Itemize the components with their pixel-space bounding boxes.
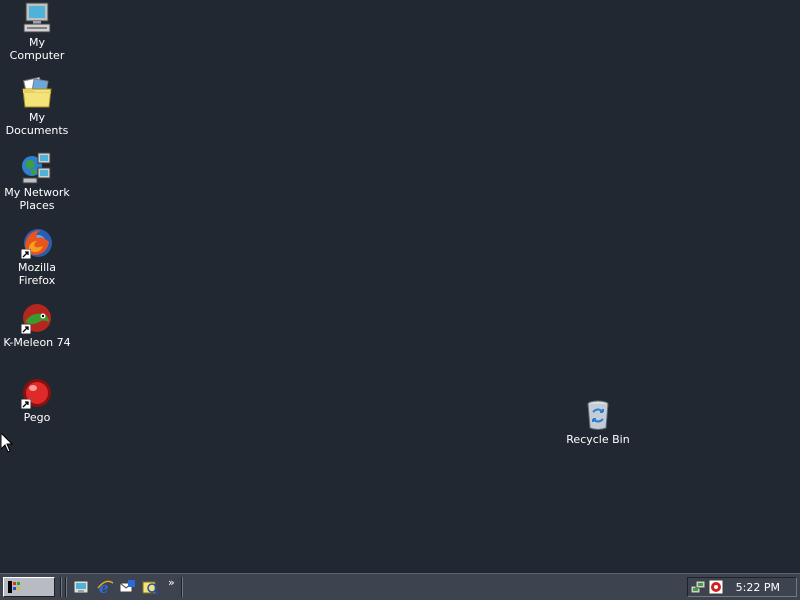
desktop-icon-k-meleon[interactable]: K-Meleon 74: [0, 302, 74, 349]
computer-icon: [21, 2, 53, 34]
desktop-icon-label: K-Meleon 74: [3, 336, 71, 349]
shortcut-arrow-icon: [21, 249, 31, 259]
outlook-express-icon[interactable]: [119, 579, 136, 596]
network-places-icon: [21, 152, 53, 184]
desktop-icon-label: Recycle Bin: [566, 433, 630, 446]
mouse-cursor-icon: [1, 433, 13, 453]
desktop-icon-label: My Documents: [5, 111, 69, 137]
shortcut-arrow-icon: [21, 324, 31, 334]
start-button[interactable]: [3, 577, 55, 597]
desktop-icon-label: Pego: [23, 411, 51, 424]
desktop-icon-my-computer[interactable]: My Computer: [0, 2, 74, 62]
pego-icon: [21, 377, 53, 409]
desktop-icon-label: My Computer: [9, 36, 65, 62]
desktop-icon-mozilla-firefox[interactable]: Mozilla Firefox: [0, 227, 74, 287]
taskbar-separator: [181, 577, 183, 597]
desktop-icon-label: My Network Places: [4, 186, 70, 212]
recycle-bin-icon: [582, 399, 614, 431]
kmeleon-icon: [21, 302, 53, 334]
explorer-icon[interactable]: [142, 579, 159, 596]
start-logo-icon: [8, 581, 20, 593]
taskbar-clock[interactable]: 5:22 PM: [736, 581, 780, 594]
desktop-icon-my-network-places[interactable]: My Network Places: [0, 152, 74, 212]
taskbar-separator: [65, 577, 67, 597]
folder-documents-icon: [21, 76, 53, 109]
network-tray-icon[interactable]: [690, 579, 706, 595]
desktop-icon-label: Mozilla Firefox: [18, 261, 56, 287]
system-tray: 5:22 PM: [687, 577, 797, 597]
desktop-icon-my-documents[interactable]: My Documents: [0, 76, 74, 137]
internet-explorer-icon[interactable]: e: [97, 579, 114, 596]
taskbar: e » 5:22 PM: [0, 573, 800, 600]
antivirus-tray-icon[interactable]: [708, 579, 724, 595]
quick-launch-more-button[interactable]: »: [168, 577, 178, 591]
show-desktop-icon[interactable]: [73, 579, 90, 596]
taskbar-separator: [60, 577, 62, 597]
desktop-icon-pego[interactable]: Pego: [0, 377, 74, 424]
firefox-icon: [21, 227, 53, 259]
desktop[interactable]: My Computer My Documents My Network Plac…: [0, 0, 800, 573]
desktop-icon-recycle-bin[interactable]: Recycle Bin: [561, 399, 635, 446]
shortcut-arrow-icon: [21, 399, 31, 409]
